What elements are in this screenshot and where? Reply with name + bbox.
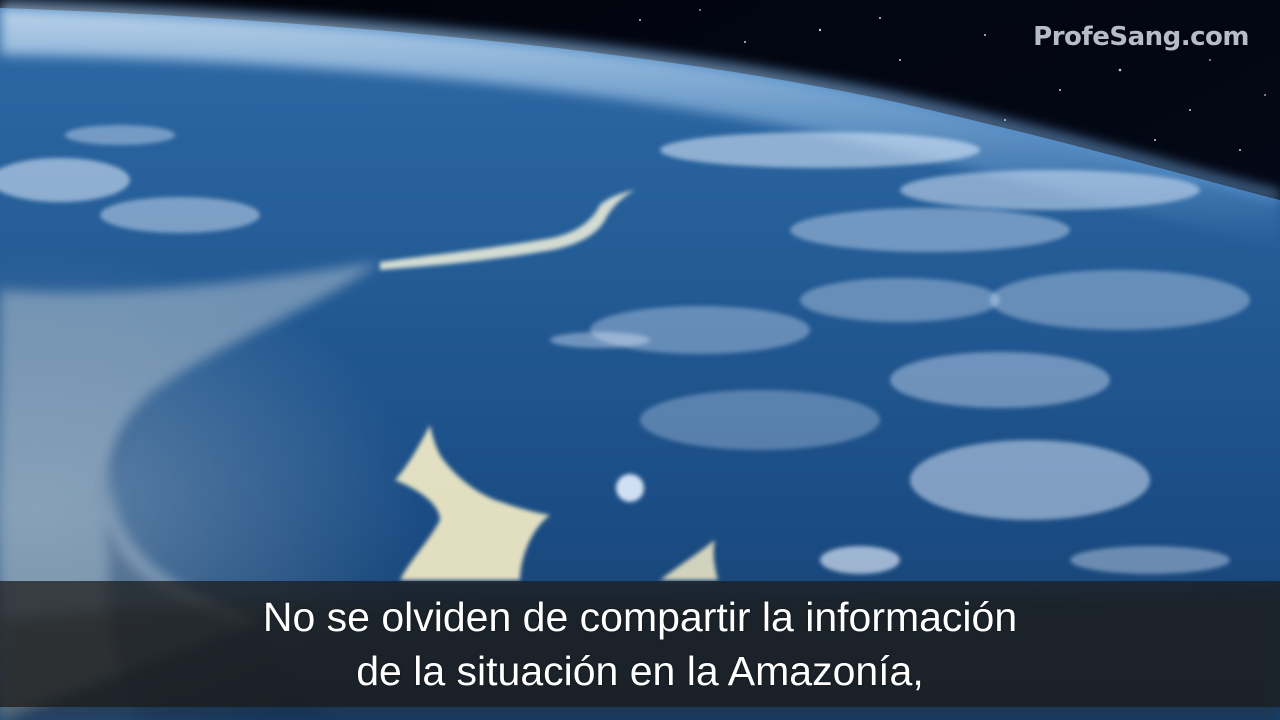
watermark-logo: ProfeSang.com xyxy=(1033,22,1249,52)
subtitle-line-1: No se olviden de compartir la informació… xyxy=(262,594,1018,640)
subtitle: No se olviden de compartir la informació… xyxy=(0,590,1280,698)
subtitle-line-2: de la situación en la Amazonía, xyxy=(356,648,924,694)
